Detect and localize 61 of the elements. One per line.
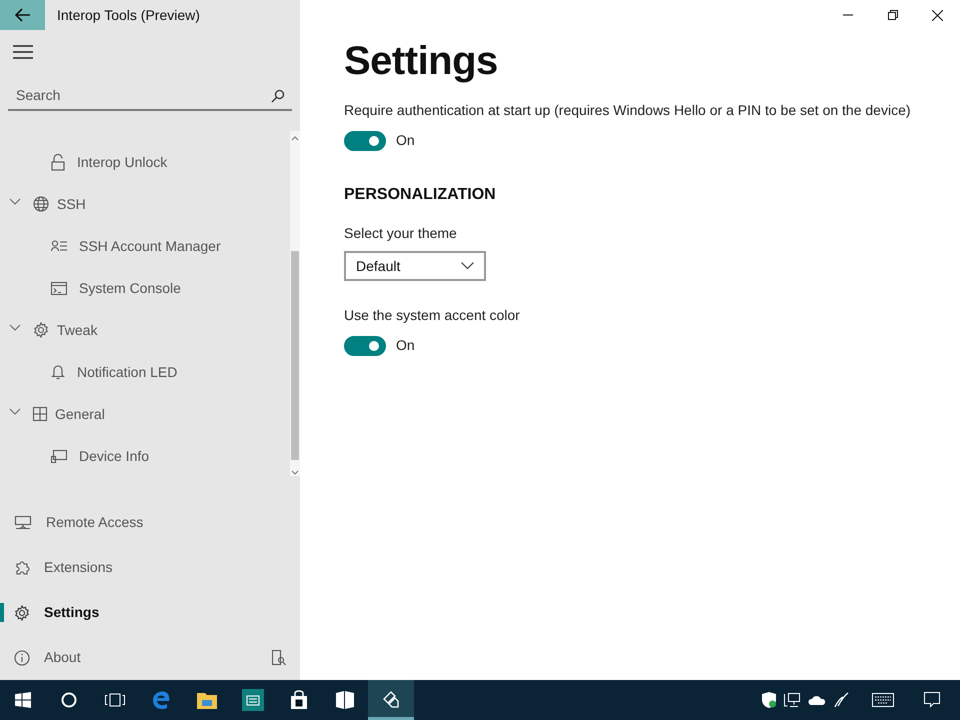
back-button[interactable] — [0, 0, 45, 30]
monitor-icon — [51, 450, 67, 462]
info-icon — [14, 650, 30, 666]
remote-desktop-icon — [14, 516, 32, 530]
cloud-icon[interactable] — [808, 695, 826, 705]
lock-icon — [51, 154, 65, 170]
tree-item[interactable]: General — [0, 393, 290, 435]
search-icon[interactable] — [61, 692, 77, 708]
tree-item[interactable]: Tweak — [0, 309, 290, 351]
tree-item[interactable]: SSH — [0, 183, 290, 225]
grid-icon — [33, 407, 47, 421]
menu-icon[interactable] — [12, 45, 32, 59]
start-icon[interactable] — [15, 692, 31, 708]
pen-icon[interactable] — [834, 692, 850, 708]
store-icon[interactable] — [290, 690, 308, 710]
scroll-down-icon[interactable] — [291, 470, 299, 476]
task-view-icon[interactable] — [105, 693, 125, 707]
tree-item[interactable]: SSH Account Manager — [0, 225, 290, 267]
globe-icon — [33, 196, 49, 212]
settings-icon — [14, 604, 30, 620]
search-icon[interactable] — [271, 89, 285, 103]
console-icon — [51, 282, 67, 294]
tools-icon[interactable] — [381, 688, 401, 708]
tree-item[interactable]: Notification LED — [0, 351, 290, 393]
puzzle-icon — [14, 560, 30, 576]
nav-item[interactable]: Settings — [0, 590, 300, 635]
bell-icon — [51, 364, 65, 380]
notification-icon[interactable] — [924, 692, 940, 708]
toggle-state: On — [396, 131, 415, 150]
setting-label: Select your theme — [344, 224, 458, 243]
toggle-state: On — [396, 336, 415, 355]
restore-icon[interactable] — [888, 10, 898, 20]
nav-item[interactable]: About — [0, 635, 300, 680]
network-icon[interactable] — [784, 693, 800, 707]
folder-icon[interactable] — [197, 691, 217, 709]
app-icon[interactable] — [335, 690, 355, 710]
tree-item[interactable]: Interop Unlock — [0, 141, 290, 183]
tree-item[interactable]: System Console — [0, 267, 290, 309]
browser-icon[interactable] — [151, 690, 171, 710]
chevron-icon — [461, 262, 474, 270]
keyboard-icon[interactable] — [872, 693, 894, 707]
section-heading: PERSONALIZATION — [344, 185, 497, 205]
setting-label: Require authentication at start up (requires Windows Hello or a PIN to be set on the device) — [344, 101, 912, 120]
back-arrow-icon[interactable] — [14, 8, 30, 22]
shield-icon[interactable] — [762, 692, 776, 708]
search-field[interactable]: Search — [8, 80, 292, 111]
nav-item[interactable]: Remote Access — [0, 500, 300, 545]
setting-label: Use the system accent color — [344, 306, 521, 325]
phone-search-icon[interactable] — [272, 650, 286, 666]
theme-dropdown[interactable]: Default — [344, 251, 486, 281]
contact-list-icon — [51, 240, 67, 252]
nav-item[interactable]: Extensions — [0, 545, 300, 590]
window-title: Interop Tools (Preview) — [56, 6, 200, 25]
toggle-switch[interactable] — [344, 130, 386, 150]
scroll-up-icon[interactable] — [291, 135, 299, 141]
scrollbar[interactable] — [290, 131, 300, 476]
gear-icon — [33, 322, 49, 338]
page-title: Settings — [344, 38, 499, 85]
close-icon[interactable] — [932, 10, 943, 20]
toggle-switch[interactable] — [344, 336, 386, 356]
tree-item[interactable]: Device Info — [0, 435, 290, 477]
